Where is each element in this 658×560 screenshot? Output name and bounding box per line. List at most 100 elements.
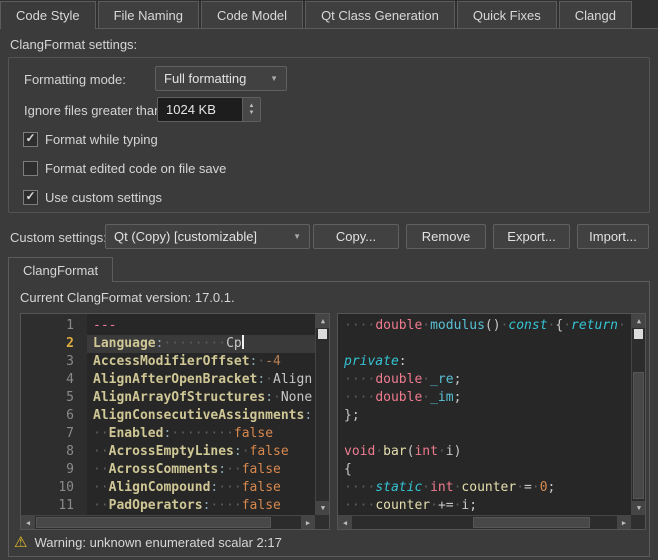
spin-up-icon[interactable]: ▲ <box>249 103 255 110</box>
tab-quick-fixes[interactable]: Quick Fixes <box>457 1 557 28</box>
checkbox-use-custom-settings[interactable]: ✓ Use custom settings <box>23 189 162 205</box>
scrollbar-handle[interactable] <box>634 329 643 339</box>
token-kw2: return <box>571 318 618 333</box>
checkbox-icon[interactable]: ✓ <box>23 161 38 176</box>
token-ws: · <box>422 480 430 495</box>
line-number: 6 <box>21 407 87 425</box>
horizontal-scrollbar[interactable]: ◀ ▶ <box>21 515 315 529</box>
token-ws: ········ <box>163 336 226 351</box>
token-key: AccessModifierOffset <box>93 354 250 369</box>
token-bool: false <box>242 462 281 477</box>
line-number: 2 <box>21 335 87 353</box>
cpp-preview-editor[interactable]: ····double·modulus()·const·{·return·priv… <box>337 313 646 530</box>
settings-tab-bar: Code StyleFile NamingCode ModelQt Class … <box>0 0 658 29</box>
token-bool: false <box>242 498 281 513</box>
token-punc: }; <box>344 408 360 423</box>
ignore-files-spinbox[interactable]: 1024 KB ▲▼ <box>157 97 261 122</box>
token-kw: void <box>344 444 375 459</box>
token-ws: · <box>516 480 524 495</box>
scroll-down-icon[interactable]: ▼ <box>632 501 646 515</box>
token-ws: ···· <box>344 390 375 405</box>
scrollbar-handle[interactable] <box>36 517 271 528</box>
token-ws: ···· <box>344 498 375 513</box>
code-line: ····double·modulus()·const·{·return· <box>338 317 631 335</box>
token-key: AcrossEmptyLines <box>109 444 234 459</box>
formatting-mode-value: Full formatting <box>164 71 246 86</box>
custom-settings-label: Custom settings: <box>10 230 107 245</box>
token-punc: ; <box>454 372 462 387</box>
scroll-right-icon[interactable]: ▶ <box>617 516 631 530</box>
token-ws: ·· <box>93 426 109 441</box>
export-button[interactable]: Export... <box>493 224 570 249</box>
token-punc: { <box>555 318 563 333</box>
code-line: ··Enabled:········false <box>87 425 315 443</box>
scroll-down-icon[interactable]: ▼ <box>316 501 330 515</box>
token-id: i <box>446 444 454 459</box>
checkbox-format-while-typing[interactable]: ✓ Format while typing <box>23 131 158 147</box>
remove-button[interactable]: Remove <box>406 224 486 249</box>
custom-settings-select[interactable]: Qt (Copy) [customizable] ▼ <box>105 224 310 249</box>
code-line: AccessModifierOffset:·-4 <box>87 353 315 371</box>
checkbox-label: Format edited code on file save <box>45 161 226 176</box>
checkbox-icon[interactable]: ✓ <box>23 190 38 205</box>
token-punc: ; <box>548 480 556 495</box>
line-number: 11 <box>21 497 87 515</box>
tab-clangd[interactable]: Clangd <box>559 1 632 28</box>
scroll-up-icon[interactable]: ▲ <box>632 314 646 328</box>
token-ws: · <box>618 318 626 333</box>
spin-down-icon[interactable]: ▼ <box>249 110 255 117</box>
code-line: ··PadOperators:····false <box>87 497 315 515</box>
tab-code-style[interactable]: Code Style <box>0 1 96 29</box>
token-glob: bar <box>383 444 406 459</box>
token-ws: ···· <box>344 480 375 495</box>
warning-icon: ⚠ <box>14 535 27 550</box>
scroll-left-icon[interactable]: ◀ <box>21 516 35 530</box>
yaml-config-editor[interactable]: 1234567891011 ---Language:········CpAcce… <box>20 313 330 530</box>
token-ws: · <box>242 444 250 459</box>
token-kw2: const <box>508 318 547 333</box>
token-mem: _re <box>430 372 453 387</box>
text-cursor <box>242 335 244 349</box>
checkbox-icon[interactable]: ✓ <box>23 132 38 147</box>
scrollbar-handle[interactable] <box>633 372 644 499</box>
formatting-mode-select[interactable]: Full formatting ▼ <box>155 66 287 91</box>
tab-qt-class-generation[interactable]: Qt Class Generation <box>305 1 455 28</box>
tab-clangformat[interactable]: ClangFormat <box>8 257 113 282</box>
checkbox-label: Use custom settings <box>45 190 162 205</box>
token-ws: · <box>422 318 430 333</box>
checkbox-format-on-save[interactable]: ✓ Format edited code on file save <box>23 160 226 176</box>
line-number: 8 <box>21 443 87 461</box>
cpp-code-area[interactable]: ····double·modulus()·const·{·return·priv… <box>338 314 631 515</box>
yaml-code-area[interactable]: ---Language:········CpAccessModifierOffs… <box>87 314 315 515</box>
token-ws: · <box>273 390 281 405</box>
copy-button[interactable]: Copy... <box>313 224 399 249</box>
horizontal-scrollbar[interactable]: ◀ ▶ <box>338 515 631 529</box>
scroll-up-icon[interactable]: ▲ <box>316 314 330 328</box>
line-number: 7 <box>21 425 87 443</box>
vertical-scrollbar[interactable]: ▲ ▼ <box>315 314 329 515</box>
token-key: AcrossComments <box>109 462 219 477</box>
scrollbar-handle[interactable] <box>473 517 590 528</box>
token-punc: { <box>344 462 352 477</box>
scrollbar-corner <box>631 515 645 529</box>
scroll-left-icon[interactable]: ◀ <box>338 516 352 530</box>
scrollbar-corner <box>315 515 329 529</box>
token-lit: 0 <box>540 480 548 495</box>
token-doc: --- <box>93 318 116 333</box>
code-line: --- <box>87 317 315 335</box>
clangformat-settings-label: ClangFormat settings: <box>10 37 137 52</box>
tab-code-model[interactable]: Code Model <box>201 1 303 28</box>
code-line: { <box>338 461 631 479</box>
vertical-scrollbar[interactable]: ▲ ▼ <box>631 314 645 515</box>
token-punc: ; <box>454 390 462 405</box>
tab-file-naming[interactable]: File Naming <box>98 1 199 28</box>
token-key: Enabled <box>109 426 164 441</box>
spinbox-arrows[interactable]: ▲▼ <box>242 98 260 121</box>
token-bool: false <box>234 426 273 441</box>
code-line: ····double·_re; <box>338 371 631 389</box>
scrollbar-handle[interactable] <box>318 329 327 339</box>
checkbox-label: Format while typing <box>45 132 158 147</box>
scroll-right-icon[interactable]: ▶ <box>301 516 315 530</box>
import-button[interactable]: Import... <box>577 224 649 249</box>
token-punc: ; <box>469 498 477 513</box>
